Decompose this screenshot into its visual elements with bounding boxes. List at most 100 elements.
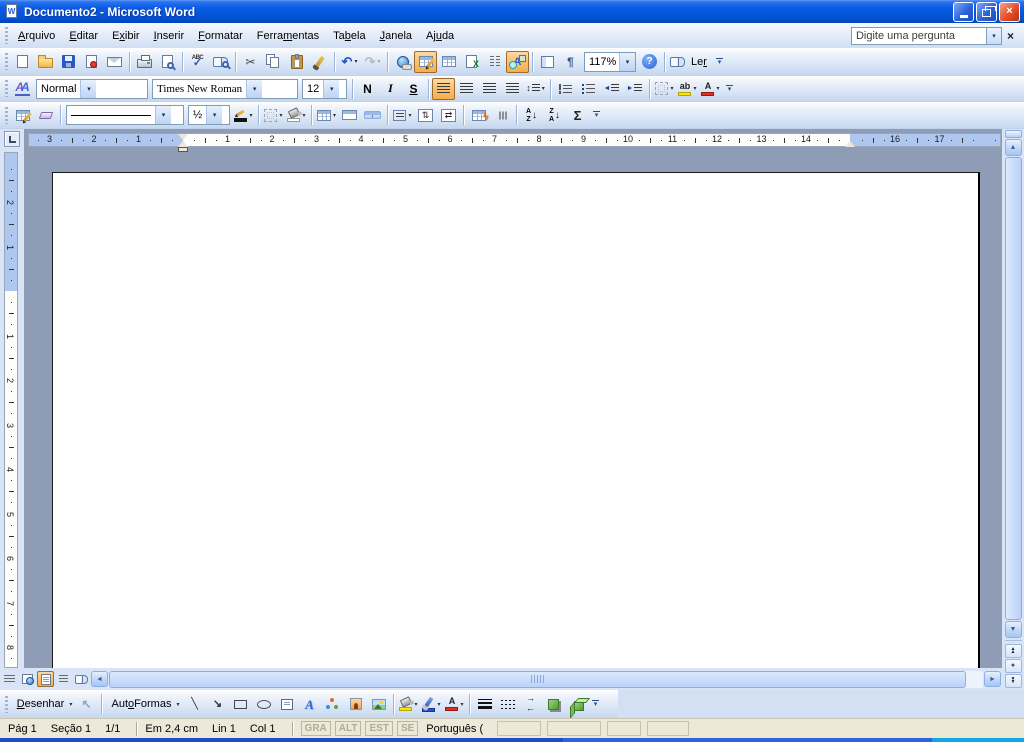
status-mode-se[interactable]: SE — [397, 721, 418, 736]
undo-button[interactable]: ↶▾ — [338, 51, 361, 73]
text-direction-button[interactable] — [490, 104, 513, 126]
scroll-right-button[interactable]: ► — [984, 671, 1001, 687]
print-preview-button[interactable] — [156, 51, 179, 73]
menu-item-arquivo[interactable]: Arquivo — [11, 26, 62, 46]
line-weight-combo[interactable]: ½▾ — [188, 105, 230, 125]
outline-view-button[interactable] — [55, 671, 72, 687]
merge-cells-button[interactable] — [338, 104, 361, 126]
word-app-icon[interactable]: W — [4, 4, 19, 19]
distribute-rows-button[interactable]: ⇅ — [414, 104, 437, 126]
chevron-down-icon[interactable]: ▾ — [155, 106, 171, 124]
arrow-tool-button[interactable]: ↘ — [206, 693, 229, 715]
draw-table-button[interactable] — [11, 104, 34, 126]
align-left-button[interactable] — [432, 78, 455, 100]
arrow-style-button[interactable]: →← — [519, 693, 542, 715]
new-document-button[interactable] — [11, 51, 34, 73]
select-objects-button[interactable]: ↖ — [75, 693, 98, 715]
menu-item-inserir[interactable]: Inserir — [147, 26, 192, 46]
split-handle[interactable] — [1005, 130, 1022, 138]
open-button[interactable] — [34, 51, 57, 73]
font-color-button[interactable]: A▾ — [443, 693, 466, 715]
3d-style-button[interactable] — [565, 693, 588, 715]
left-indent-marker[interactable] — [178, 147, 188, 152]
chevron-down-icon[interactable]: ▾ — [80, 80, 96, 98]
highlight-button[interactable]: ab▾ — [676, 78, 699, 100]
status-mode-gra[interactable]: GRA — [301, 721, 331, 736]
read-button[interactable]: Ler — [668, 51, 712, 73]
sort-ascending-button[interactable]: AZ↓ — [520, 104, 543, 126]
wordart-button[interactable]: A — [298, 693, 321, 715]
decrease-indent-button[interactable]: ◄ — [600, 78, 623, 100]
menu-item-exibir[interactable]: Exibir — [105, 26, 147, 46]
chevron-down-icon[interactable]: ▾ — [246, 80, 262, 98]
ask-question-input[interactable]: Digite uma pergunta — [851, 27, 987, 45]
print-button[interactable] — [133, 51, 156, 73]
permission-button[interactable] — [80, 51, 103, 73]
web-layout-view-button[interactable] — [19, 671, 36, 687]
menu-item-editar[interactable]: Editar — [62, 26, 105, 46]
toolbar-close-icon[interactable]: × — [1002, 29, 1019, 43]
draw-menu-button[interactable]: Desenhar▾ — [11, 693, 75, 715]
chevron-down-icon[interactable]: ▾ — [323, 80, 339, 98]
reading-layout-button[interactable] — [73, 671, 90, 687]
autoshapes-menu-button[interactable]: AutoFormas▾ — [105, 693, 183, 715]
font-color-button[interactable]: A▾ — [699, 78, 722, 100]
scroll-left-button[interactable]: ◄ — [91, 671, 108, 687]
columns-button[interactable] — [483, 51, 506, 73]
research-button[interactable] — [209, 51, 232, 73]
document-page[interactable] — [52, 172, 980, 668]
show-hide-button[interactable]: ¶ — [559, 51, 582, 73]
paste-button[interactable] — [285, 51, 308, 73]
oval-tool-button[interactable] — [252, 693, 275, 715]
split-cells-button[interactable] — [361, 104, 384, 126]
menu-item-janela[interactable]: Janela — [373, 26, 419, 46]
print-layout-view-button[interactable] — [37, 671, 54, 687]
shading-color-button[interactable]: ▾ — [285, 104, 308, 126]
horizontal-scroll-track[interactable] — [109, 671, 983, 688]
border-color-button[interactable]: ▾ — [232, 104, 255, 126]
insert-diagram-button[interactable] — [321, 693, 344, 715]
format-painter-button[interactable] — [308, 51, 331, 73]
styles-and-formatting-button[interactable]: AA — [11, 78, 34, 100]
line-style-combo[interactable]: ▾ — [66, 105, 184, 125]
document-map-button[interactable] — [536, 51, 559, 73]
outside-border-button[interactable]: ▾ — [262, 104, 285, 126]
underline-button[interactable]: S — [402, 78, 425, 100]
select-browse-object-button[interactable]: ● — [1005, 659, 1022, 673]
tables-and-borders-button[interactable] — [414, 51, 437, 73]
line-color-button[interactable]: ▾ — [420, 693, 443, 715]
minimize-button[interactable] — [953, 2, 974, 22]
font-combo[interactable]: Times New Roman▾ — [152, 79, 298, 99]
drawing-button[interactable]: A — [506, 51, 529, 73]
menu-grip[interactable] — [5, 27, 8, 44]
line-style-button[interactable] — [473, 693, 496, 715]
normal-view-button[interactable] — [1, 671, 18, 687]
copy-button[interactable] — [262, 51, 285, 73]
previous-page-button[interactable]: ▲▲ — [1005, 644, 1022, 658]
style-combo[interactable]: Normal▾ — [36, 79, 148, 99]
eraser-button[interactable] — [34, 104, 57, 126]
toolbar-options-chevron[interactable]: ▾ — [713, 51, 726, 73]
status-language[interactable]: Português ( — [426, 723, 483, 735]
save-button[interactable] — [57, 51, 80, 73]
text-box-button[interactable] — [275, 693, 298, 715]
toolbar-options-chevron[interactable]: ▾ — [723, 78, 736, 100]
zoom-combo[interactable]: 117%▾ — [584, 52, 636, 72]
toolbar-grip[interactable] — [5, 696, 8, 713]
align-center-button[interactable] — [455, 78, 478, 100]
status-mode-alt[interactable]: ALT — [335, 721, 362, 736]
toolbar-grip[interactable] — [5, 80, 8, 97]
line-tool-button[interactable]: ╲ — [183, 693, 206, 715]
spelling-button[interactable]: ABC✓ — [186, 51, 209, 73]
insert-excel-button[interactable]: X — [460, 51, 483, 73]
table-autoformat-button[interactable]: ϟ — [467, 104, 490, 126]
align-right-button[interactable] — [478, 78, 501, 100]
rectangle-tool-button[interactable] — [229, 693, 252, 715]
toolbar-options-chevron[interactable]: ▾ — [589, 693, 602, 715]
insert-picture-button[interactable] — [367, 693, 390, 715]
bold-button[interactable]: N — [356, 78, 379, 100]
insert-table-button[interactable]: ▾ — [315, 104, 338, 126]
italic-button[interactable]: I — [379, 78, 402, 100]
sort-descending-button[interactable]: ZA↓ — [543, 104, 566, 126]
restore-button[interactable] — [976, 2, 997, 22]
